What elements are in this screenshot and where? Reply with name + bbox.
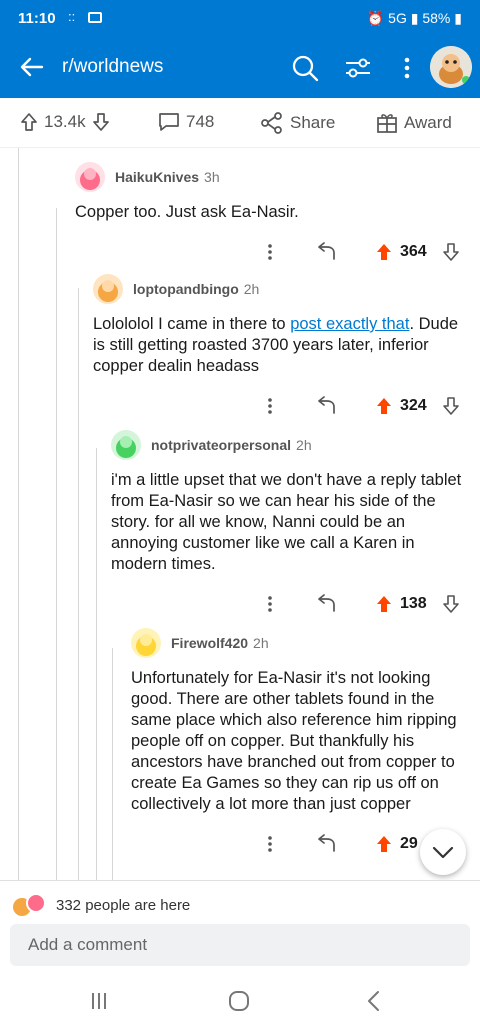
comment-time: 2h: [253, 635, 269, 651]
thread-line[interactable]: [18, 148, 19, 880]
downvote-icon[interactable]: [442, 242, 460, 262]
upvote-icon[interactable]: [375, 242, 393, 262]
subreddit-title[interactable]: r/worldnews: [62, 56, 163, 78]
signal-icon: ▮: [410, 10, 419, 26]
comment-time: 3h: [204, 169, 220, 185]
comment-score: 29: [400, 835, 418, 852]
comment-thread: HaikuKnives 3h Copper too. Just ask Ea-N…: [0, 148, 480, 880]
comment-link[interactable]: post exactly that: [290, 315, 409, 333]
comment-body: Lolololol I came in there to post exactl…: [93, 314, 470, 377]
comment-score: 364: [400, 243, 427, 260]
comment: HaikuKnives 3h Copper too. Just ask Ea-N…: [75, 160, 470, 267]
recent-apps-icon[interactable]: [84, 989, 114, 1013]
award-icon: [377, 114, 397, 133]
more-options-icon[interactable]: [267, 397, 273, 415]
comment-actions: 364: [75, 237, 470, 267]
battery-level: 58%: [422, 10, 451, 26]
add-comment-input[interactable]: [10, 924, 470, 966]
status-time: 11:10: [18, 10, 56, 27]
system-nav-bar: [0, 975, 480, 1029]
downvote-icon[interactable]: [92, 112, 110, 132]
comment-header: notprivateorpersonal 2h: [111, 428, 470, 462]
alarm-icon: ⏰: [366, 10, 385, 26]
comment-actions: 138: [111, 589, 470, 619]
more-options-icon[interactable]: [267, 835, 273, 853]
upvote-icon[interactable]: [375, 396, 393, 416]
back-arrow-icon[interactable]: [18, 53, 46, 81]
reply-icon[interactable]: [315, 242, 337, 262]
comment-time: 2h: [243, 281, 260, 297]
profile-avatar[interactable]: [430, 46, 472, 88]
thread-line[interactable]: [96, 448, 97, 880]
notification-icon: ::: [68, 9, 76, 24]
more-options-icon[interactable]: [267, 243, 273, 261]
share-label: Share: [290, 113, 336, 132]
next-comment-button[interactable]: [420, 829, 466, 875]
vote-group: 13.4k: [20, 112, 110, 132]
back-icon[interactable]: [360, 989, 390, 1013]
battery-icon: ▮: [454, 10, 462, 26]
comment-time: 2h: [296, 437, 312, 453]
comment-body: i'm a little upset that we don't have a …: [111, 471, 462, 573]
thread-line[interactable]: [56, 208, 57, 880]
award-button[interactable]: Award: [376, 112, 452, 134]
award-label: Award: [404, 113, 452, 132]
comment-header: Firewolf420 2h: [131, 626, 470, 660]
comment: notprivateorpersonal 2h i'm a little ups…: [111, 428, 470, 619]
status-bar: 11:10 :: ⏰ 5G ▮ 58% ▮: [0, 0, 480, 38]
comment-score: 324: [400, 397, 427, 414]
presence-bar: 332 people are here: [0, 880, 480, 928]
reply-icon[interactable]: [315, 594, 337, 614]
comment-body: Copper too. Just ask Ea-Nasir.: [75, 203, 299, 221]
comment-author[interactable]: HaikuKnives: [115, 169, 199, 185]
comment-author[interactable]: notprivateorpersonal: [151, 437, 291, 453]
chevron-down-icon: [432, 846, 454, 859]
thread-line[interactable]: [112, 648, 113, 880]
app-notification-icon: [88, 12, 102, 23]
thread-line[interactable]: [78, 288, 79, 880]
comment-header: loptopandbingo 2h: [93, 272, 470, 306]
downvote-icon[interactable]: [442, 594, 460, 614]
user-avatar[interactable]: [111, 430, 141, 460]
avatar-stack-icon: [13, 893, 46, 916]
comment-icon: [159, 113, 179, 131]
comment-author[interactable]: loptopandbingo: [133, 281, 239, 297]
comment-text: Lolololol I came in there to: [93, 315, 291, 333]
share-icon: [261, 112, 282, 134]
share-button[interactable]: Share: [260, 112, 335, 134]
reply-icon[interactable]: [315, 396, 337, 416]
comment-score: 138: [400, 595, 427, 612]
presence-count: 332 people are here: [56, 897, 191, 914]
upvote-icon[interactable]: [20, 112, 38, 132]
comment-header: HaikuKnives 3h: [75, 160, 470, 194]
user-avatar[interactable]: [131, 628, 161, 658]
status-right: ⏰ 5G ▮ 58% ▮: [367, 10, 462, 27]
comment-body: Unfortunately for Ea-Nasir it's not look…: [131, 669, 457, 813]
network-indicator: 5G: [388, 10, 407, 26]
reply-icon[interactable]: [315, 834, 337, 854]
comment-count: 748: [186, 112, 215, 131]
home-icon[interactable]: [224, 989, 254, 1013]
comment: loptopandbingo 2h Lolololol I came in th…: [93, 272, 470, 421]
user-avatar[interactable]: [93, 274, 123, 304]
app-bar: r/worldnews: [0, 38, 480, 98]
upvote-icon[interactable]: [375, 594, 393, 614]
comment-actions: 324: [93, 391, 470, 421]
more-options-icon[interactable]: [267, 595, 273, 613]
upvote-icon[interactable]: [375, 834, 393, 854]
sort-filter-icon[interactable]: [343, 53, 373, 83]
comment-author[interactable]: Firewolf420: [171, 635, 248, 651]
more-options-icon[interactable]: [397, 53, 417, 83]
comment: Firewolf420 2h Unfortunately for Ea-Nasi…: [131, 626, 470, 859]
comments-button[interactable]: 748: [158, 112, 214, 132]
user-avatar[interactable]: [75, 162, 105, 192]
add-comment-box[interactable]: [10, 924, 470, 966]
downvote-icon[interactable]: [442, 396, 460, 416]
search-icon[interactable]: [290, 53, 320, 83]
upvote-count: 13.4k: [44, 112, 86, 131]
post-action-bar: 13.4k 748 Share Award: [0, 98, 480, 148]
